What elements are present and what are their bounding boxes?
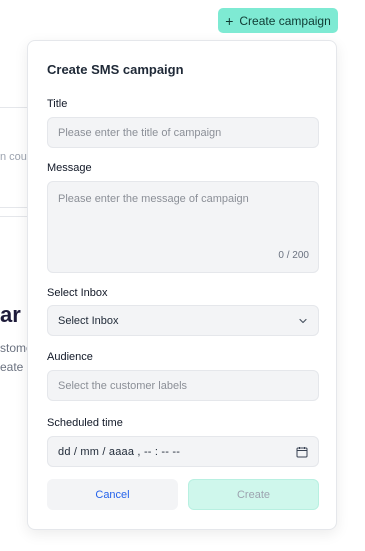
scheduled-time-value: dd / mm / aaaa , -- : -- -- <box>58 445 181 458</box>
message-char-counter: 0 / 200 <box>278 250 309 261</box>
scheduled-time-label: Scheduled time <box>47 417 123 429</box>
title-label: Title <box>47 98 68 110</box>
background-text-fragment: n coup <box>0 151 30 163</box>
create-campaign-label: Create campaign <box>239 13 331 28</box>
create-button[interactable]: Create <box>188 479 319 510</box>
inbox-label: Select Inbox <box>47 287 108 299</box>
calendar-icon[interactable] <box>296 446 308 458</box>
title-input[interactable] <box>47 117 319 148</box>
chevron-down-icon <box>299 318 307 323</box>
create-campaign-button[interactable]: + Create campaign <box>218 8 338 33</box>
plus-icon: + <box>225 12 234 29</box>
create-sms-campaign-panel: Create SMS campaign Title Message 0 / 20… <box>27 40 337 530</box>
audience-input[interactable] <box>47 370 319 401</box>
inbox-select[interactable]: Select Inbox <box>47 305 319 336</box>
background-text-fragment: eate <box>0 360 24 374</box>
audience-label: Audience <box>47 351 93 363</box>
message-label: Message <box>47 162 92 174</box>
scheduled-time-input[interactable]: dd / mm / aaaa , -- : -- -- <box>47 436 319 467</box>
inbox-select-value: Select Inbox <box>58 314 119 327</box>
panel-title: Create SMS campaign <box>47 62 184 77</box>
background-text-fragment: stome <box>0 341 30 355</box>
cancel-button[interactable]: Cancel <box>47 479 178 510</box>
background-heading-fragment: ar <box>0 302 21 327</box>
